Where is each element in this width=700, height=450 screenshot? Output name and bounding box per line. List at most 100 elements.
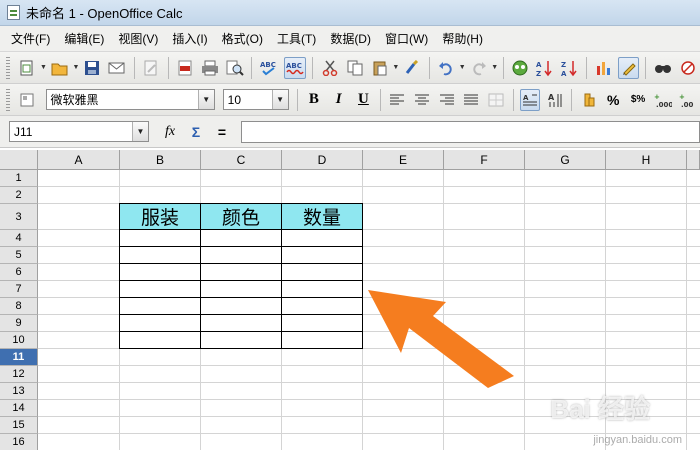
navigator-icon[interactable] — [510, 57, 531, 79]
svg-text:.00: .00 — [681, 101, 694, 108]
new-document-icon[interactable] — [17, 57, 38, 79]
font-size-value: 10 — [227, 92, 242, 107]
watermark-url: jingyan.baidu.com — [593, 434, 682, 446]
standard-toolbar: ▼ ▼ ABC ABC ▼ ▼ ▼ A Z Z A — [0, 52, 700, 84]
cell-reference: J11 — [14, 124, 33, 139]
chevron-down-icon[interactable]: ▼ — [271, 90, 288, 109]
autospellcheck-icon[interactable]: ABC — [284, 56, 307, 79]
toolbar-separator — [571, 88, 573, 111]
currency-format-icon[interactable] — [578, 89, 599, 111]
redo-dropdown-icon[interactable]: ▼ — [491, 64, 499, 71]
insert-chart-icon[interactable] — [593, 57, 614, 79]
chevron-down-icon[interactable]: ▼ — [132, 122, 148, 141]
menu-edit[interactable]: 编辑(E) — [57, 26, 111, 52]
function-wizard-button[interactable]: fx — [159, 121, 181, 143]
svg-text:A: A — [548, 93, 555, 102]
align-center-icon[interactable] — [412, 89, 433, 111]
sort-ascending-icon[interactable]: AZ — [534, 57, 555, 79]
cut-icon[interactable] — [319, 57, 340, 79]
svg-text:A: A — [523, 94, 529, 102]
svg-text:+: + — [654, 93, 660, 101]
standard-format-button[interactable]: $% — [628, 89, 649, 111]
copy-icon[interactable] — [344, 57, 365, 79]
delete-decimal-icon[interactable]: + .00 — [677, 89, 698, 111]
paste-dropdown-icon[interactable]: ▼ — [392, 64, 400, 71]
window-title: 未命名 1 - OpenOffice Calc — [26, 6, 183, 21]
svg-text:Z: Z — [561, 61, 566, 69]
edit-file-icon[interactable] — [141, 57, 162, 79]
toolbar-separator — [167, 56, 169, 79]
title-bar: 未命名 1 - OpenOffice Calc — [0, 0, 700, 26]
menu-data[interactable]: 数据(D) — [323, 26, 378, 52]
save-icon[interactable] — [82, 57, 103, 79]
svg-text:+: + — [679, 93, 685, 101]
name-box[interactable]: J11 ▼ — [9, 121, 149, 142]
undo-dropdown-icon[interactable]: ▼ — [458, 64, 466, 71]
wrap-text-icon[interactable]: A — [519, 88, 541, 111]
menu-file[interactable]: 文件(F) — [4, 26, 57, 52]
svg-text:A: A — [561, 70, 567, 77]
spellcheck-icon[interactable]: ABC — [258, 57, 280, 79]
formatting-toolbar: 微软雅黑 ▼ 10 ▼ B I U A A % $% + .000 + .00 — [0, 84, 700, 116]
percent-format-button[interactable]: % — [603, 89, 624, 111]
print-icon[interactable] — [199, 57, 220, 79]
font-size-combo[interactable]: 10 ▼ — [222, 89, 289, 110]
baidu-watermark-logo: Bai 经验 — [550, 394, 650, 424]
gallery-icon[interactable] — [677, 57, 698, 79]
formula-bar: J11 ▼ fx Σ = — [0, 116, 700, 148]
svg-text:Z: Z — [536, 70, 541, 77]
menu-format[interactable]: 格式(O) — [215, 26, 270, 52]
new-dropdown-icon[interactable]: ▼ — [40, 64, 48, 71]
toolbar-separator — [379, 88, 381, 111]
email-icon[interactable] — [107, 57, 128, 79]
menu-window[interactable]: 窗口(W) — [378, 26, 435, 52]
toolbar-separator — [296, 88, 298, 111]
find-replace-icon[interactable] — [652, 57, 673, 79]
sum-button[interactable]: Σ — [185, 121, 207, 143]
svg-text:A: A — [536, 61, 542, 69]
toolbar-separator — [428, 56, 430, 79]
toolbar-separator — [512, 88, 514, 111]
font-name-value: 微软雅黑 — [50, 93, 99, 107]
paste-icon[interactable] — [369, 57, 390, 79]
menu-tools[interactable]: 工具(T) — [270, 26, 323, 52]
calc-app-icon — [7, 5, 20, 20]
merge-cells-icon[interactable] — [486, 89, 507, 111]
export-pdf-icon[interactable] — [175, 57, 196, 79]
open-folder-icon[interactable] — [49, 57, 70, 79]
toolbar-separator — [251, 56, 253, 79]
spreadsheet-grid[interactable]: A B C D E F G H 1 2 3 4 5 6 7 8 9 10 11 … — [0, 150, 700, 450]
align-left-icon[interactable] — [387, 89, 408, 111]
show-draw-functions-icon[interactable] — [618, 56, 640, 79]
redo-icon[interactable] — [468, 57, 489, 79]
formula-input[interactable] — [241, 120, 700, 143]
page-preview-icon[interactable] — [224, 57, 245, 79]
styles-formatting-icon[interactable] — [17, 89, 38, 111]
align-right-icon[interactable] — [436, 89, 457, 111]
svg-text:.000: .000 — [656, 101, 672, 108]
underline-button[interactable]: U — [353, 89, 374, 111]
bold-button[interactable]: B — [303, 89, 324, 111]
menu-help[interactable]: 帮助(H) — [435, 26, 490, 52]
toolbar-separator — [586, 56, 588, 79]
vertical-text-icon[interactable]: A — [544, 89, 565, 111]
add-decimal-icon[interactable]: + .000 — [652, 89, 673, 111]
font-name-combo[interactable]: 微软雅黑 ▼ — [45, 89, 215, 110]
clone-formatting-icon[interactable] — [402, 57, 423, 79]
svg-text:ABC: ABC — [286, 62, 302, 70]
open-dropdown-icon[interactable]: ▼ — [72, 64, 80, 71]
chevron-down-icon[interactable]: ▼ — [197, 90, 214, 109]
toolbar-separator — [133, 56, 135, 79]
justify-icon[interactable] — [461, 89, 482, 111]
toolbar-grip[interactable] — [6, 88, 10, 111]
toolbar-grip[interactable] — [6, 56, 10, 79]
menu-insert[interactable]: 插入(I) — [165, 26, 214, 52]
toolbar-separator — [502, 56, 504, 79]
function-button[interactable]: = — [211, 121, 233, 143]
toolbar-separator — [312, 56, 314, 79]
sort-descending-icon[interactable]: ZA — [559, 57, 580, 79]
menu-bar: 文件(F) 编辑(E) 视图(V) 插入(I) 格式(O) 工具(T) 数据(D… — [0, 26, 700, 52]
italic-button[interactable]: I — [328, 89, 349, 111]
undo-icon[interactable] — [436, 57, 457, 79]
menu-view[interactable]: 视图(V) — [111, 26, 165, 52]
